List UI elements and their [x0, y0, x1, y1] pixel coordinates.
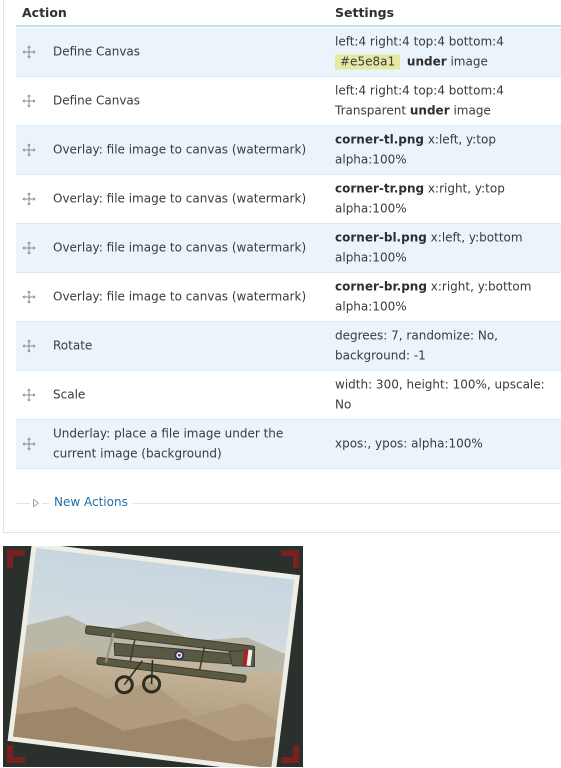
action-settings: left:4 right:4 top:4 bottom:4 #e5e8a1 un…	[335, 33, 559, 72]
action-link[interactable]: Overlay: file image to canvas (watermark…	[53, 140, 323, 160]
action-link[interactable]: Overlay: file image to canvas (watermark…	[53, 189, 323, 209]
action-link[interactable]: Underlay: place a file image under the c…	[53, 425, 323, 464]
action-link[interactable]: Scale	[53, 385, 323, 405]
settings-line: alpha:100%	[335, 201, 407, 215]
table-header: Action Settings	[16, 0, 561, 27]
drag-handle-icon[interactable]	[22, 437, 36, 451]
settings-line: corner-tr.png x:right, y:top	[335, 180, 559, 200]
drag-handle-icon[interactable]	[22, 45, 36, 59]
settings-line: Transparent under image	[335, 101, 559, 121]
action-settings: corner-tl.png x:left, y:top alpha:100%	[335, 131, 559, 170]
action-settings: degrees: 7, randomize: No, background: -…	[335, 328, 498, 363]
settings-filename: corner-tr.png	[335, 181, 425, 196]
settings-emphasis: under	[406, 54, 447, 68]
table-row: Underlay: place a file image under the c…	[16, 420, 561, 469]
settings-line: left:4 right:4 top:4 bottom:4	[335, 34, 504, 49]
new-actions-fieldset: New Actions	[16, 490, 561, 516]
settings-line: alpha:100%	[335, 250, 407, 264]
table-row: Overlay: file image to canvas (watermark…	[16, 126, 561, 175]
settings-text: Transparent	[335, 103, 407, 117]
drag-handle-icon[interactable]	[22, 192, 36, 206]
settings-text: x:left, y:bottom	[430, 230, 523, 245]
action-settings: width: 300, height: 100%, upscale: No	[335, 377, 545, 412]
table-row: Define Canvas left:4 right:4 top:4 botto…	[16, 77, 561, 126]
settings-text: image	[453, 103, 491, 117]
settings-line: alpha:100%	[335, 152, 407, 166]
table-row: Overlay: file image to canvas (watermark…	[16, 273, 561, 322]
new-actions-toggle[interactable]: New Actions	[49, 495, 133, 509]
settings-filename: corner-bl.png	[335, 230, 427, 245]
table-row: Overlay: file image to canvas (watermark…	[16, 224, 561, 273]
settings-filename: corner-tl.png	[335, 132, 424, 147]
action-settings: left:4 right:4 top:4 bottom:4 Transparen…	[335, 82, 559, 121]
table-row: Define Canvas left:4 right:4 top:4 botto…	[16, 28, 561, 77]
action-link[interactable]: Rotate	[53, 336, 323, 356]
triangle-right-icon[interactable]	[30, 497, 42, 509]
actions-table-body: Define Canvas left:4 right:4 top:4 botto…	[16, 28, 561, 469]
drag-handle-icon[interactable]	[22, 241, 36, 255]
image-style-actions-panel: Action Settings Define Canvas left:4 rig…	[3, 0, 561, 533]
table-row: Overlay: file image to canvas (watermark…	[16, 175, 561, 224]
preview-image	[3, 546, 303, 767]
action-link[interactable]: Define Canvas	[53, 42, 323, 62]
settings-line: corner-bl.png x:left, y:bottom	[335, 229, 559, 249]
settings-line: left:4 right:4 top:4 bottom:4	[335, 83, 504, 98]
settings-filename: corner-br.png	[335, 279, 427, 294]
table-row: Scale width: 300, height: 100%, upscale:…	[16, 371, 561, 420]
settings-line: alpha:100%	[335, 299, 407, 313]
table-row: Rotate degrees: 7, randomize: No, backgr…	[16, 322, 561, 371]
drag-handle-icon[interactable]	[22, 290, 36, 304]
drag-handle-icon[interactable]	[22, 94, 36, 108]
action-link[interactable]: Overlay: file image to canvas (watermark…	[53, 238, 323, 258]
drag-handle-icon[interactable]	[22, 339, 36, 353]
settings-line: corner-tl.png x:left, y:top	[335, 131, 559, 151]
settings-text: image	[450, 54, 488, 68]
drag-handle-icon[interactable]	[22, 388, 36, 402]
settings-line: corner-br.png x:right, y:bottom	[335, 278, 559, 298]
action-link[interactable]: Define Canvas	[53, 91, 323, 111]
column-header-settings: Settings	[335, 5, 395, 20]
action-settings: corner-tr.png x:right, y:top alpha:100%	[335, 180, 559, 219]
settings-emphasis: under	[409, 103, 450, 117]
color-swatch: #e5e8a1	[335, 54, 401, 69]
settings-line: #e5e8a1 under image	[335, 52, 559, 72]
drag-handle-icon[interactable]	[22, 143, 36, 157]
action-link[interactable]: Overlay: file image to canvas (watermark…	[53, 287, 323, 307]
column-header-action: Action	[22, 5, 67, 20]
settings-text: x:right, y:top	[427, 181, 505, 196]
action-settings: corner-bl.png x:left, y:bottom alpha:100…	[335, 229, 559, 268]
action-settings: corner-br.png x:right, y:bottom alpha:10…	[335, 278, 559, 317]
settings-text: x:right, y:bottom	[430, 279, 532, 294]
settings-text: x:left, y:top	[427, 132, 496, 147]
action-settings: xpos:, ypos: alpha:100%	[335, 436, 483, 451]
